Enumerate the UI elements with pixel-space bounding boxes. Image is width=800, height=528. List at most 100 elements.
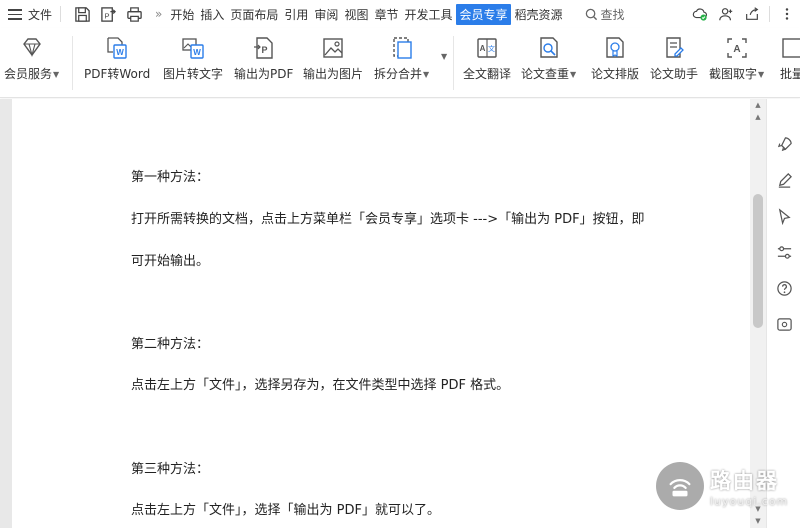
split-merge-button[interactable]: 拆分合并▼ bbox=[374, 34, 429, 83]
paper-assistant-label: 论文助手 bbox=[650, 67, 699, 81]
svg-text:A: A bbox=[733, 44, 740, 55]
member-service-label: 会员服务 bbox=[4, 67, 53, 81]
chevron-down-icon: ▼ bbox=[53, 69, 60, 79]
select-cursor-icon[interactable] bbox=[775, 207, 793, 225]
plagiarism-check-button[interactable]: 论文查重▼ bbox=[521, 34, 576, 83]
rocket-icon[interactable] bbox=[775, 135, 793, 153]
adjust-sliders-icon[interactable] bbox=[775, 243, 793, 261]
tab-developer[interactable]: 开发工具 bbox=[402, 6, 454, 23]
tab-start[interactable]: 开始 bbox=[168, 6, 196, 23]
divider bbox=[769, 6, 770, 22]
export-pdf-label: 输出为PDF bbox=[234, 67, 294, 81]
tab-review[interactable]: 审阅 bbox=[312, 6, 340, 23]
paragraph-heading-3: 第三种方法： bbox=[131, 462, 210, 477]
diamond-icon bbox=[18, 34, 46, 62]
image-to-text-icon: W bbox=[179, 34, 207, 62]
tab-section[interactable]: 章节 bbox=[372, 6, 400, 23]
paper-format-icon bbox=[601, 34, 629, 62]
scroll-down-icon[interactable]: ▼ bbox=[750, 515, 766, 527]
paragraph-text: 打开所需转换的文档，点击上方菜单栏「会员专享」选项卡 --->「输出为 PDF」… bbox=[131, 212, 645, 227]
window-controls bbox=[687, 0, 800, 28]
ribbon-toolbar: 会员服务▼ W PDF转Word W 图片转文字 P 输出为PDF 输出为图片 … bbox=[0, 28, 800, 98]
full-translate-label: 全文翻译 bbox=[463, 67, 512, 81]
full-translate-button[interactable]: A文 全文翻译 bbox=[463, 34, 511, 82]
paragraph-heading-1: 第一种方法： bbox=[131, 170, 210, 185]
screenshot-ocr-label: 截图取字 bbox=[709, 67, 758, 81]
watermark: 路由器 luyouqi.com bbox=[656, 462, 788, 510]
svg-text:P: P bbox=[261, 45, 267, 55]
cloud-sync-icon[interactable] bbox=[687, 6, 713, 22]
chevron-down-icon: ▼ bbox=[423, 69, 430, 79]
tab-insert[interactable]: 插入 bbox=[198, 6, 226, 23]
help-icon[interactable] bbox=[775, 279, 793, 297]
file-menu[interactable]: 文件 bbox=[28, 6, 52, 23]
tab-references[interactable]: 引用 bbox=[282, 6, 310, 23]
paragraph-text: 点击左上方「文件」，选择另存为，在文件类型中选择 PDF 格式。 bbox=[131, 378, 510, 393]
router-logo-icon bbox=[656, 462, 704, 510]
paper-assistant-button[interactable]: 论文助手 bbox=[650, 34, 698, 82]
export-pdf-icon: P bbox=[250, 34, 278, 62]
tab-member[interactable]: 会员专享 bbox=[456, 3, 511, 25]
export-pdf-button[interactable]: P 输出为PDF bbox=[234, 34, 293, 82]
export-image-icon bbox=[319, 34, 347, 62]
divider bbox=[72, 36, 73, 90]
divider bbox=[453, 36, 454, 90]
plagiarism-check-label: 论文查重 bbox=[521, 67, 570, 81]
batch-button[interactable]: 批量 bbox=[778, 34, 800, 82]
export-image-button[interactable]: 输出为图片 bbox=[303, 34, 363, 82]
divider bbox=[60, 6, 62, 22]
search-box[interactable]: 查找 bbox=[585, 6, 625, 23]
document-page[interactable]: 第一种方法： 打开所需转换的文档，点击上方菜单栏「会员专享」选项卡 --->「输… bbox=[12, 99, 750, 528]
pen-icon[interactable] bbox=[775, 171, 793, 189]
image-to-text-label: 图片转文字 bbox=[163, 67, 224, 81]
collapse-group-icon[interactable]: ▼ bbox=[441, 52, 447, 61]
paper-assistant-icon bbox=[660, 34, 688, 62]
svg-text:W: W bbox=[193, 48, 201, 57]
split-merge-icon bbox=[388, 34, 416, 62]
search-icon bbox=[585, 8, 597, 20]
tab-view[interactable]: 视图 bbox=[342, 6, 370, 23]
more-options-icon[interactable] bbox=[774, 6, 800, 22]
svg-text:文: 文 bbox=[488, 44, 495, 53]
print-icon[interactable] bbox=[125, 5, 143, 23]
watermark-title: 路由器 bbox=[710, 468, 779, 493]
more-chevron-icon[interactable]: » bbox=[155, 7, 162, 21]
translate-icon: A文 bbox=[473, 34, 501, 62]
batch-icon bbox=[778, 34, 800, 62]
scroll-up-icon[interactable]: ▲ bbox=[750, 99, 766, 111]
svg-text:A: A bbox=[480, 44, 486, 53]
search-label: 查找 bbox=[600, 7, 625, 22]
image-to-text-button[interactable]: W 图片转文字 bbox=[163, 34, 223, 82]
export-image-label: 输出为图片 bbox=[303, 67, 364, 81]
pdf-to-word-button[interactable]: W PDF转Word bbox=[84, 34, 150, 82]
paragraph-text: 可开始输出。 bbox=[131, 254, 210, 269]
screenshot-ocr-button[interactable]: A 截图取字▼ bbox=[709, 34, 764, 83]
member-service-button[interactable]: 会员服务▼ bbox=[4, 34, 59, 83]
export-icon[interactable]: P bbox=[99, 5, 117, 23]
svg-text:P: P bbox=[104, 11, 109, 20]
screenshot-ocr-icon: A bbox=[723, 34, 751, 62]
chevron-down-icon: ▼ bbox=[570, 69, 577, 79]
paragraph-heading-2: 第二种方法： bbox=[131, 337, 210, 352]
paper-format-button[interactable]: 论文排版 bbox=[591, 34, 639, 82]
tab-page-layout[interactable]: 页面布局 bbox=[228, 6, 280, 23]
settings-box-icon[interactable] bbox=[775, 315, 793, 333]
pdf-to-word-label: PDF转Word bbox=[84, 67, 151, 81]
menu-icon[interactable] bbox=[8, 9, 22, 20]
watermark-subtitle: luyouqi.com bbox=[710, 494, 789, 508]
tab-docer-resources[interactable]: 稻壳资源 bbox=[513, 6, 565, 23]
split-merge-label: 拆分合并 bbox=[374, 67, 423, 81]
save-icon[interactable] bbox=[73, 5, 91, 23]
batch-label: 批量 bbox=[779, 67, 800, 81]
scrollbar-thumb[interactable] bbox=[753, 194, 763, 328]
plagiarism-check-icon bbox=[535, 34, 563, 62]
share-icon[interactable] bbox=[739, 6, 765, 22]
collaborate-icon[interactable] bbox=[713, 6, 739, 22]
paper-format-label: 论文排版 bbox=[591, 67, 640, 81]
paragraph-text: 点击左上方「文件」，选择「输出为 PDF」就可以了。 bbox=[131, 503, 440, 518]
menu-bar: 文件 P » 开始 插入 页面布局 引用 审阅 视图 章节 开发工具 会员专享 … bbox=[0, 0, 800, 28]
pdf-to-word-icon: W bbox=[103, 34, 131, 62]
chevron-down-icon: ▼ bbox=[758, 69, 765, 79]
svg-text:W: W bbox=[116, 48, 124, 57]
scroll-up-icon[interactable]: ▲ bbox=[750, 111, 766, 123]
